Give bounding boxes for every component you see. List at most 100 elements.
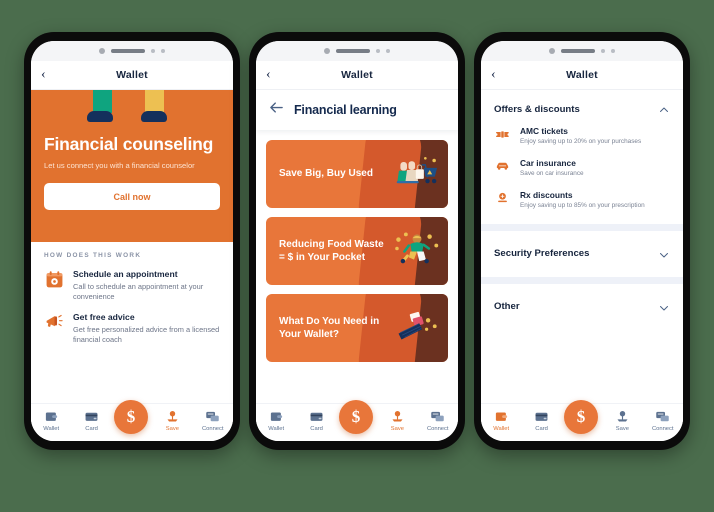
phone-mockup-1: ‹ Wallet Financial counseling Let us con… — [24, 32, 240, 450]
tab-label: Wallet — [268, 426, 285, 432]
section-security-preferences[interactable]: Security Preferences — [481, 230, 683, 277]
tab-connect[interactable]: Connect — [420, 408, 456, 432]
chevron-up-icon[interactable] — [658, 103, 670, 115]
shopping-cart-illustration — [396, 155, 440, 194]
step-title: Get free advice — [73, 311, 135, 322]
chevron-left-icon[interactable]: ‹ — [491, 68, 496, 82]
tab-pay-fab[interactable]: $ — [563, 400, 600, 434]
phone-screen-1: ‹ Wallet Financial counseling Let us con… — [31, 41, 233, 441]
sensor-dot-icon — [161, 49, 165, 53]
phone-mockup-2: ‹ Wallet Financial learning Save Big, Bu… — [249, 32, 465, 450]
tab-label: Wallet — [43, 426, 60, 432]
learning-card[interactable]: Reducing Food Waste = $ in Your Pocket — [266, 217, 448, 285]
page-title: Wallet — [116, 69, 148, 81]
tab-connect[interactable]: Connect — [195, 408, 231, 432]
tab-wallet[interactable]: Wallet — [483, 408, 519, 432]
save-plant-icon — [379, 408, 415, 424]
tab-pay-fab[interactable]: $ — [113, 400, 150, 434]
tab-save[interactable]: Save — [379, 408, 415, 432]
section-divider — [481, 276, 683, 284]
section-title: Security Preferences — [494, 248, 590, 260]
tab-card[interactable]: Card — [74, 408, 110, 432]
sensor-dot-icon — [611, 49, 615, 53]
screenshot-canvas: ‹ Wallet Financial counseling Let us con… — [0, 0, 714, 512]
tab-label: Wallet — [493, 426, 510, 432]
tab-label: Connect — [201, 426, 224, 432]
learning-card[interactable]: Save Big, Buy Used — [266, 140, 448, 208]
page-title: Wallet — [566, 69, 598, 81]
bottom-tabbar: Wallet Card $ Save Connect — [31, 400, 233, 441]
tab-label: Connect — [651, 426, 674, 432]
status-bar — [481, 41, 683, 61]
tab-wallet[interactable]: Wallet — [258, 408, 294, 432]
offer-item[interactable]: Rx discounts Enjoy saving up to 85% on y… — [494, 190, 670, 211]
sub-header-title: Financial learning — [294, 103, 397, 117]
offer-title: Car insurance — [520, 157, 576, 168]
chat-icon — [645, 408, 681, 424]
speaker-bar-icon — [111, 49, 145, 53]
hero-title: Financial counseling — [44, 134, 214, 154]
offer-item[interactable]: Car insurance Save on car insurance — [494, 158, 670, 179]
bottom-tabbar: Wallet Card $ Save Connect — [256, 400, 458, 441]
chevron-left-icon[interactable]: ‹ — [41, 68, 46, 82]
tab-label: Connect — [426, 426, 449, 432]
megaphone-icon — [44, 312, 64, 332]
save-plant-icon — [154, 408, 190, 424]
section-header[interactable]: Offers & discounts — [494, 103, 670, 115]
dollar-icon[interactable]: $ — [563, 400, 598, 434]
card-icon — [74, 408, 110, 424]
section-title: Other — [494, 301, 520, 313]
offer-description: Save on car insurance — [520, 169, 584, 177]
learning-card-list: Save Big, Buy Used Reducing Food Waste =… — [256, 130, 458, 362]
hero-banner: Financial counseling Let us connect you … — [31, 90, 233, 242]
app-navbar: ‹ Wallet — [31, 61, 233, 90]
offer-title: AMC tickets — [520, 126, 568, 136]
camera-dot-icon — [324, 48, 330, 54]
wallet-icon — [33, 408, 69, 424]
call-now-button[interactable]: Call now — [44, 183, 220, 210]
tab-save[interactable]: Save — [604, 408, 640, 432]
speaker-bar-icon — [561, 49, 595, 53]
section-divider — [481, 223, 683, 231]
tab-card[interactable]: Card — [524, 408, 560, 432]
two-legs-walking-illustration — [31, 90, 233, 128]
chevron-left-icon[interactable]: ‹ — [266, 68, 271, 82]
camera-dot-icon — [99, 48, 105, 54]
tab-connect[interactable]: Connect — [645, 408, 681, 432]
tab-label: Save — [390, 426, 404, 432]
running-person-coins-illustration — [394, 231, 440, 272]
tab-card[interactable]: Card — [299, 408, 335, 432]
learning-card[interactable]: What Do You Need in Your Wallet? — [266, 294, 448, 362]
tab-pay-fab[interactable]: $ — [338, 400, 375, 434]
screen-body-3: Offers & discounts AMC tickets Enjoy sav… — [481, 90, 683, 441]
offer-title: Rx discounts — [520, 189, 573, 200]
wallet-cards-illustration — [394, 309, 440, 348]
dollar-icon[interactable]: $ — [338, 400, 373, 434]
shoe-right-icon — [141, 111, 167, 122]
arrow-left-icon[interactable] — [269, 101, 284, 119]
tab-save[interactable]: Save — [154, 408, 190, 432]
step-description: Get free personalized advice from a lice… — [73, 324, 220, 344]
section-other[interactable]: Other — [481, 283, 683, 330]
tab-label: Card — [310, 426, 323, 432]
leg-yellow-icon — [145, 90, 164, 113]
pill-icon — [494, 190, 510, 206]
speaker-bar-icon — [336, 49, 370, 53]
chevron-down-icon[interactable] — [658, 248, 670, 260]
app-navbar: ‹ Wallet — [256, 61, 458, 90]
chevron-down-icon[interactable] — [658, 301, 670, 313]
dollar-icon[interactable]: $ — [113, 400, 148, 434]
learning-card-title: Save Big, Buy Used — [279, 168, 373, 180]
sensor-dot-icon — [601, 49, 605, 53]
shoe-left-icon — [87, 111, 113, 122]
phone-screen-3: ‹ Wallet Offers & discounts AMC tickets … — [481, 41, 683, 441]
hero-subtitle: Let us connect you with a financial coun… — [44, 161, 195, 170]
tab-label: Save — [615, 426, 629, 432]
chat-icon — [195, 408, 231, 424]
tab-wallet[interactable]: Wallet — [33, 408, 69, 432]
tab-label: Card — [85, 426, 98, 432]
how-it-works-step: Get free advice Get free personalized ad… — [44, 312, 220, 345]
offer-item[interactable]: AMC tickets Enjoy saving up to 20% on yo… — [494, 126, 670, 147]
phone-mockup-3: ‹ Wallet Offers & discounts AMC tickets … — [474, 32, 690, 450]
leg-teal-icon — [93, 90, 112, 113]
